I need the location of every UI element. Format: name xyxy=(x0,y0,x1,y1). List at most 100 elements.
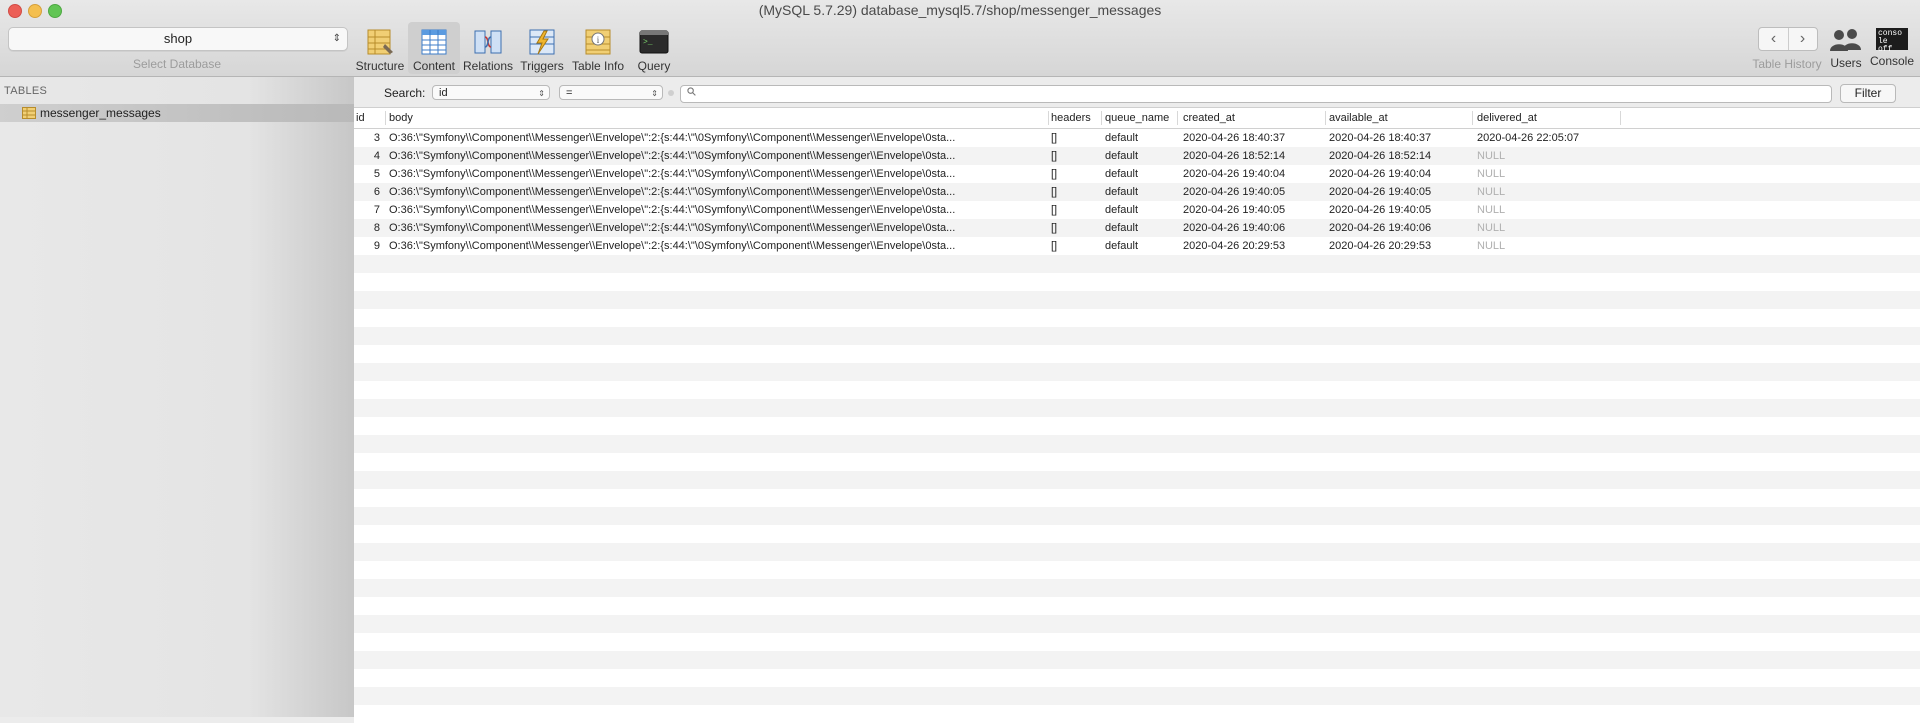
cell-created-at[interactable]: 2020-04-26 19:40:05 xyxy=(1183,186,1285,198)
column-divider[interactable] xyxy=(1048,111,1049,125)
users-button[interactable]: Users xyxy=(1826,22,1866,70)
table-row[interactable]: 9 O:36:\"Symfony\\Component\\Messenger\\E… xyxy=(354,237,1920,255)
empty-row xyxy=(354,327,1920,345)
filter-button[interactable]: Filter xyxy=(1840,84,1896,103)
table-row[interactable]: 8 O:36:\"Symfony\\Component\\Messenger\\E… xyxy=(354,219,1920,237)
empty-row xyxy=(354,669,1920,687)
cell-available-at[interactable]: 2020-04-26 19:40:04 xyxy=(1329,168,1431,180)
users-label: Users xyxy=(1830,56,1862,70)
column-header-id[interactable]: id xyxy=(356,112,365,124)
toolbar-structure-button[interactable]: Structure xyxy=(354,22,406,74)
cell-delivered-at[interactable]: NULL xyxy=(1477,168,1505,180)
column-header-created-at[interactable]: created_at xyxy=(1183,112,1235,124)
cell-headers[interactable]: [] xyxy=(1051,186,1057,198)
cell-headers[interactable]: [] xyxy=(1051,240,1057,252)
cell-body[interactable]: O:36:\"Symfony\\Component\\Messenger\\En… xyxy=(389,204,955,216)
users-icon xyxy=(1830,29,1861,51)
cell-created-at[interactable]: 2020-04-26 18:52:14 xyxy=(1183,150,1285,162)
cell-body[interactable]: O:36:\"Symfony\\Component\\Messenger\\En… xyxy=(389,240,955,252)
sidebar-item-messenger-messages[interactable]: messenger_messages xyxy=(0,104,354,122)
cell-queue-name[interactable]: default xyxy=(1105,186,1138,198)
table-row[interactable]: 4 O:36:\"Symfony\\Component\\Messenger\\E… xyxy=(354,147,1920,165)
window-toolbar: (MySQL 5.7.29) database_mysql5.7/shop/me… xyxy=(0,0,1920,77)
table-row[interactable]: 5 O:36:\"Symfony\\Component\\Messenger\\E… xyxy=(354,165,1920,183)
column-divider[interactable] xyxy=(1472,111,1473,125)
toolbar-relations-button[interactable]: Relations xyxy=(462,22,514,74)
cell-available-at[interactable]: 2020-04-26 19:40:06 xyxy=(1329,222,1431,234)
cell-headers[interactable]: [] xyxy=(1051,132,1057,144)
cell-headers[interactable]: [] xyxy=(1051,168,1057,180)
column-divider[interactable] xyxy=(1325,111,1326,125)
search-operator-select[interactable]: = ⇕ xyxy=(559,85,663,100)
cell-queue-name[interactable]: default xyxy=(1105,168,1138,180)
column-header-headers[interactable]: headers xyxy=(1051,112,1091,124)
table-icon xyxy=(22,107,36,119)
cell-delivered-at[interactable]: NULL xyxy=(1477,222,1505,234)
cell-created-at[interactable]: 2020-04-26 20:29:53 xyxy=(1183,240,1285,252)
cell-id[interactable]: 4 xyxy=(356,150,380,162)
cell-body[interactable]: O:36:\"Symfony\\Component\\Messenger\\En… xyxy=(389,222,955,234)
column-divider[interactable] xyxy=(1620,111,1621,125)
table-row[interactable]: 7 O:36:\"Symfony\\Component\\Messenger\\E… xyxy=(354,201,1920,219)
cell-id[interactable]: 3 xyxy=(356,132,380,144)
empty-row xyxy=(354,615,1920,633)
cell-created-at[interactable]: 2020-04-26 19:40:04 xyxy=(1183,168,1285,180)
search-input[interactable] xyxy=(680,85,1832,103)
cell-headers[interactable]: [] xyxy=(1051,204,1057,216)
cell-id[interactable]: 8 xyxy=(356,222,380,234)
toolbar-triggers-button[interactable]: Triggers xyxy=(516,22,568,74)
cell-body[interactable]: O:36:\"Symfony\\Component\\Messenger\\En… xyxy=(389,168,955,180)
cell-delivered-at[interactable]: NULL xyxy=(1477,240,1505,252)
cell-delivered-at[interactable]: 2020-04-26 22:05:07 xyxy=(1477,132,1579,144)
console-button[interactable]: conso le off Console xyxy=(1868,22,1916,68)
empty-row xyxy=(354,579,1920,597)
cell-available-at[interactable]: 2020-04-26 19:40:05 xyxy=(1329,204,1431,216)
cell-available-at[interactable]: 2020-04-26 19:40:05 xyxy=(1329,186,1431,198)
cell-body[interactable]: O:36:\"Symfony\\Component\\Messenger\\En… xyxy=(389,132,955,144)
cell-available-at[interactable]: 2020-04-26 20:29:53 xyxy=(1329,240,1431,252)
cell-headers[interactable]: [] xyxy=(1051,222,1057,234)
cell-available-at[interactable]: 2020-04-26 18:52:14 xyxy=(1329,150,1431,162)
empty-row xyxy=(354,543,1920,561)
column-divider[interactable] xyxy=(385,111,386,125)
table-history-nav: ‹ › xyxy=(1758,27,1818,51)
cell-id[interactable]: 7 xyxy=(356,204,380,216)
column-header-delivered-at[interactable]: delivered_at xyxy=(1477,112,1537,124)
cell-delivered-at[interactable]: NULL xyxy=(1477,204,1505,216)
column-header-body[interactable]: body xyxy=(389,112,413,124)
cell-created-at[interactable]: 2020-04-26 19:40:05 xyxy=(1183,204,1285,216)
cell-created-at[interactable]: 2020-04-26 19:40:06 xyxy=(1183,222,1285,234)
cell-queue-name[interactable]: default xyxy=(1105,240,1138,252)
back-chevron-icon[interactable]: ‹ xyxy=(1759,28,1789,50)
column-header-available-at[interactable]: available_at xyxy=(1329,112,1388,124)
toolbar-query-button[interactable]: >_ Query xyxy=(628,22,680,74)
cell-id[interactable]: 6 xyxy=(356,186,380,198)
cell-headers[interactable]: [] xyxy=(1051,150,1057,162)
cell-queue-name[interactable]: default xyxy=(1105,204,1138,216)
column-divider[interactable] xyxy=(1101,111,1102,125)
empty-row xyxy=(354,291,1920,309)
toolbar-content-button[interactable]: Content xyxy=(408,22,460,74)
table-row[interactable]: 3 O:36:\"Symfony\\Component\\Messenger\\E… xyxy=(354,129,1920,147)
cell-available-at[interactable]: 2020-04-26 18:40:37 xyxy=(1329,132,1431,144)
column-header-queue-name[interactable]: queue_name xyxy=(1105,112,1169,124)
cell-body[interactable]: O:36:\"Symfony\\Component\\Messenger\\En… xyxy=(389,150,955,162)
forward-chevron-icon[interactable]: › xyxy=(1788,28,1817,50)
status-dot-icon xyxy=(668,90,674,96)
search-field-select[interactable]: id ⇕ xyxy=(432,85,550,100)
toolbar-table-info-button[interactable]: i Table Info xyxy=(570,22,626,74)
table-row[interactable]: 6 O:36:\"Symfony\\Component\\Messenger\\E… xyxy=(354,183,1920,201)
cell-id[interactable]: 9 xyxy=(356,240,380,252)
cell-delivered-at[interactable]: NULL xyxy=(1477,186,1505,198)
cell-queue-name[interactable]: default xyxy=(1105,222,1138,234)
column-divider[interactable] xyxy=(1177,111,1178,125)
cell-id[interactable]: 5 xyxy=(356,168,380,180)
cell-created-at[interactable]: 2020-04-26 18:40:37 xyxy=(1183,132,1285,144)
cell-body[interactable]: O:36:\"Symfony\\Component\\Messenger\\En… xyxy=(389,186,955,198)
chevron-updown-icon: ⇕ xyxy=(651,89,658,98)
cell-queue-name[interactable]: default xyxy=(1105,150,1138,162)
database-select[interactable]: shop ⇕ xyxy=(8,27,348,51)
sidebar: TABLES messenger_messages xyxy=(0,77,354,717)
cell-queue-name[interactable]: default xyxy=(1105,132,1138,144)
cell-delivered-at[interactable]: NULL xyxy=(1477,150,1505,162)
